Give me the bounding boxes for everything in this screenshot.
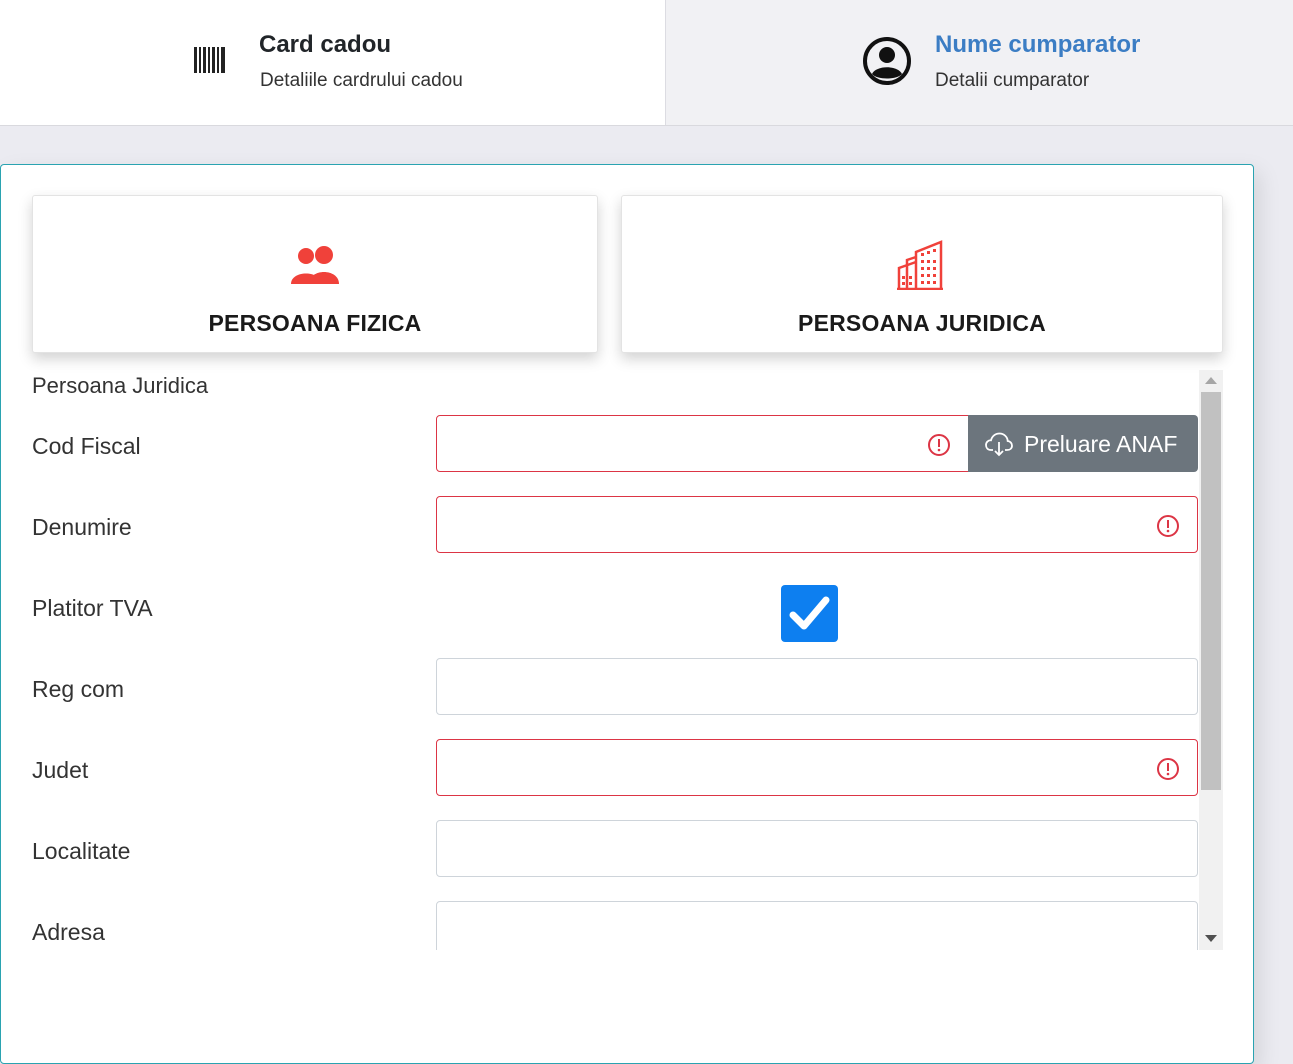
scroll-up-arrow-icon[interactable] (1205, 377, 1217, 384)
buyer-details-panel: PERSOANA FIZICA PERSOANA JURIDICA Persoa… (0, 164, 1254, 1064)
persoana-fizica-card[interactable]: PERSOANA FIZICA (32, 195, 598, 353)
step-title: Card cadou (259, 31, 392, 58)
reg-com-input[interactable] (437, 659, 1197, 714)
stepper: Card cadou Detaliile cardrului cadou Num… (0, 0, 1293, 126)
preluare-anaf-label: Preluare ANAF (1024, 431, 1178, 457)
adresa-field (436, 901, 1198, 950)
step-title: Nume cumparator (935, 31, 1141, 58)
scrollbar-thumb[interactable] (1201, 392, 1221, 790)
judet-field (436, 739, 1198, 796)
error-icon (928, 434, 950, 456)
users-icon (291, 246, 339, 284)
barcode-icon (194, 47, 225, 73)
user-circle-icon (863, 37, 911, 85)
cod-fiscal-input[interactable] (437, 416, 968, 471)
judet-input[interactable] (437, 740, 1197, 795)
check-icon (789, 596, 830, 630)
error-icon (1157, 758, 1179, 780)
preluare-anaf-button[interactable]: Preluare ANAF (968, 415, 1198, 472)
persoana-juridica-card[interactable]: PERSOANA JURIDICA (621, 195, 1223, 353)
cod-fiscal-label: Cod Fiscal (32, 433, 141, 459)
type-label: PERSOANA FIZICA (208, 310, 422, 336)
judet-label: Judet (32, 757, 89, 783)
step-nume-cumparator[interactable]: Nume cumparator Detalii cumparator (666, 0, 1293, 125)
localitate-field (436, 820, 1198, 877)
reg-com-label: Reg com (32, 676, 125, 702)
denumire-label: Denumire (32, 514, 132, 540)
platitor-tva-label: Platitor TVA (32, 595, 153, 621)
localitate-label: Localitate (32, 838, 131, 864)
denumire-input[interactable] (437, 497, 1197, 552)
localitate-input[interactable] (437, 821, 1197, 876)
step-subtitle: Detaliile cardrului cadou (260, 70, 463, 91)
step-card-cadou[interactable]: Card cadou Detaliile cardrului cadou (0, 0, 666, 125)
error-icon (1157, 515, 1179, 537)
form-scroll-area[interactable]: Persoana Juridica Cod Fiscal Preluare AN… (1, 370, 1223, 950)
cod-fiscal-field (436, 415, 969, 472)
section-title: Persoana Juridica (32, 373, 209, 398)
adresa-input[interactable] (437, 902, 1197, 950)
reg-com-field (436, 658, 1198, 715)
building-icon (897, 240, 943, 290)
denumire-field (436, 496, 1198, 553)
adresa-label: Adresa (32, 919, 105, 945)
type-label: PERSOANA JURIDICA (798, 310, 1046, 336)
cloud-download-icon (985, 432, 1013, 457)
step-subtitle: Detalii cumparator (935, 70, 1090, 91)
scroll-down-arrow-icon[interactable] (1205, 935, 1217, 942)
platitor-tva-checkbox[interactable] (781, 585, 838, 642)
scrollbar[interactable] (1199, 370, 1223, 950)
